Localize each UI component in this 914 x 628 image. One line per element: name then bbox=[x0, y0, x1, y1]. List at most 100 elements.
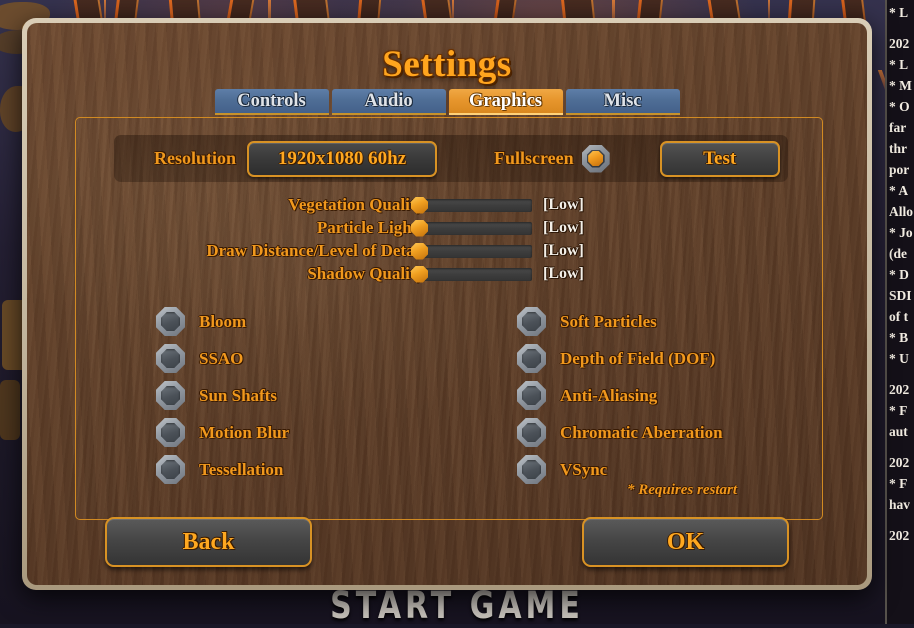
changelog-line: 202 bbox=[889, 455, 910, 470]
slider-value: [Low] bbox=[543, 196, 584, 213]
settings-tab-bar: Controls Audio Graphics Misc bbox=[27, 89, 867, 115]
toggle-label: VSync bbox=[560, 459, 608, 479]
slider-label: Particle Lights bbox=[316, 218, 424, 237]
toggle-label: Soft Particles bbox=[560, 311, 657, 331]
toggle-anti-aliasing[interactable]: Anti-Aliasing bbox=[517, 377, 822, 414]
slider-track[interactable] bbox=[411, 265, 532, 283]
toggle-check-icon bbox=[588, 151, 604, 166]
requires-restart-note: * Requires restart bbox=[627, 482, 738, 498]
toggle-chromatic-aberration[interactable]: Chromatic Aberration bbox=[517, 414, 822, 451]
checkbox-icon[interactable] bbox=[156, 381, 185, 410]
checkbox-well-icon bbox=[161, 312, 180, 331]
slider-row: Vegetation Quality [Low] bbox=[76, 194, 822, 216]
toggle-label: Tessellation bbox=[199, 459, 284, 479]
fullscreen-toggle[interactable] bbox=[581, 144, 610, 173]
changelog-line: 202 bbox=[889, 382, 910, 397]
changelog-line: 202 bbox=[889, 528, 910, 543]
toggle-label: Depth of Field (DOF) bbox=[560, 348, 716, 368]
checkbox-well-icon bbox=[161, 386, 180, 405]
slider-label: Vegetation Quality bbox=[288, 195, 424, 214]
back-button[interactable]: Back bbox=[101, 516, 316, 568]
changelog-line: * F bbox=[889, 403, 908, 418]
start-game-label[interactable]: START GAME bbox=[0, 584, 914, 628]
quality-slider-group: Vegetation Quality [Low] Particle Lights [L… bbox=[76, 194, 822, 286]
changelog-line: (de bbox=[889, 246, 907, 261]
toggle-label: Anti-Aliasing bbox=[560, 385, 658, 405]
changelog-line: Allo bbox=[889, 204, 914, 219]
changelog-line: of t bbox=[889, 309, 909, 324]
slider-row: Particle Lights [Low] bbox=[76, 217, 822, 239]
slider-track[interactable] bbox=[411, 196, 532, 214]
toggle-soft-particles[interactable]: Soft Particles bbox=[517, 303, 822, 340]
settings-dialog-body: Settings Controls Audio Graphics Misc Resol… bbox=[27, 23, 867, 585]
changelog-spacer bbox=[887, 369, 914, 379]
changelog-line: far bbox=[889, 120, 907, 135]
checkbox-icon[interactable] bbox=[517, 455, 546, 484]
tab-audio[interactable]: Audio bbox=[331, 89, 446, 115]
slider-track[interactable] bbox=[411, 219, 532, 237]
changelog-spacer bbox=[887, 23, 914, 33]
toggle-label: Chromatic Aberration bbox=[560, 422, 723, 442]
resolution-label: Resolution bbox=[154, 148, 237, 168]
slider-row: Draw Distance/Level of Detail [Low] bbox=[76, 240, 822, 262]
checkbox-icon[interactable] bbox=[156, 344, 185, 373]
changelog-line: * B bbox=[889, 330, 909, 345]
toggle-label: Sun Shafts bbox=[199, 385, 277, 405]
toggle-motion-blur[interactable]: Motion Blur bbox=[156, 414, 449, 451]
changelog-spacer bbox=[887, 515, 914, 525]
resolution-dropdown[interactable]: 1920x1080 60hz bbox=[244, 140, 441, 177]
effect-toggle-grid: Bloom SSAO Sun Shafts Motion Blur Tessellati… bbox=[76, 303, 822, 499]
tab-controls[interactable]: Controls bbox=[214, 89, 329, 115]
test-button[interactable]: Test bbox=[656, 140, 783, 177]
checkbox-icon[interactable] bbox=[517, 307, 546, 336]
checkbox-icon[interactable] bbox=[517, 344, 546, 373]
changelog-line: por bbox=[889, 162, 910, 177]
toggle-bloom[interactable]: Bloom bbox=[156, 303, 449, 340]
toggle-label: SSAO bbox=[199, 348, 244, 368]
toggle-tessellation[interactable]: Tessellation bbox=[156, 451, 449, 488]
toggle-sun-shafts[interactable]: Sun Shafts bbox=[156, 377, 449, 414]
slider-label: Shadow Quality bbox=[307, 264, 424, 283]
changelog-line: hav bbox=[889, 497, 911, 512]
changelog-line: thr bbox=[889, 141, 907, 156]
slider-track[interactable] bbox=[411, 242, 532, 260]
page-title: Settings bbox=[382, 44, 512, 85]
changelog-line: * U bbox=[889, 351, 909, 366]
toggle-depth-of-field-dof[interactable]: Depth of Field (DOF) bbox=[517, 340, 822, 377]
toggle-ssao[interactable]: SSAO bbox=[156, 340, 449, 377]
effect-toggle-column-left: Bloom SSAO Sun Shafts Motion Blur Tessellati… bbox=[76, 303, 449, 499]
checkbox-well-icon bbox=[161, 460, 180, 479]
changelog-line: * A bbox=[889, 183, 909, 198]
changelog-line: * Jo bbox=[889, 225, 913, 240]
foliage-decor bbox=[0, 380, 20, 440]
settings-dialog: Settings Controls Audio Graphics Misc Resol… bbox=[22, 18, 872, 590]
changelog-line: 202 bbox=[889, 36, 910, 51]
changelog-line: * L bbox=[889, 5, 909, 20]
changelog-line: * D bbox=[889, 267, 909, 282]
changelog-panel[interactable]: * L 202 * L * M * O far thr por * A Allo * Jo (de * … bbox=[885, 0, 914, 624]
slider-value: [Low] bbox=[543, 219, 584, 236]
checkbox-icon[interactable] bbox=[156, 455, 185, 484]
checkbox-well-icon bbox=[161, 423, 180, 442]
fullscreen-label: Fullscreen bbox=[494, 148, 574, 168]
changelog-line: * O bbox=[889, 99, 910, 114]
checkbox-well-icon bbox=[161, 349, 180, 368]
checkbox-icon[interactable] bbox=[156, 418, 185, 447]
tab-misc[interactable]: Misc bbox=[565, 89, 680, 115]
changelog-spacer bbox=[887, 442, 914, 452]
tab-graphics[interactable]: Graphics bbox=[448, 89, 563, 115]
checkbox-icon[interactable] bbox=[517, 418, 546, 447]
checkbox-icon[interactable] bbox=[156, 307, 185, 336]
changelog-line: * M bbox=[889, 78, 912, 93]
slider-value: [Low] bbox=[543, 265, 584, 282]
changelog-line: SDI bbox=[889, 288, 912, 303]
changelog-line: * F bbox=[889, 476, 908, 491]
slider-row: Shadow Quality [Low] bbox=[76, 263, 822, 285]
display-settings-row: Resolution 1920x1080 60hz Fullscreen Tes… bbox=[114, 135, 788, 182]
toggle-label: Motion Blur bbox=[199, 422, 290, 442]
changelog-line: * L bbox=[889, 57, 909, 72]
checkbox-icon[interactable] bbox=[517, 381, 546, 410]
toggle-label: Bloom bbox=[199, 311, 247, 331]
ok-button[interactable]: OK bbox=[578, 516, 793, 568]
graphics-settings-panel: Resolution 1920x1080 60hz Fullscreen Tes… bbox=[75, 117, 823, 520]
